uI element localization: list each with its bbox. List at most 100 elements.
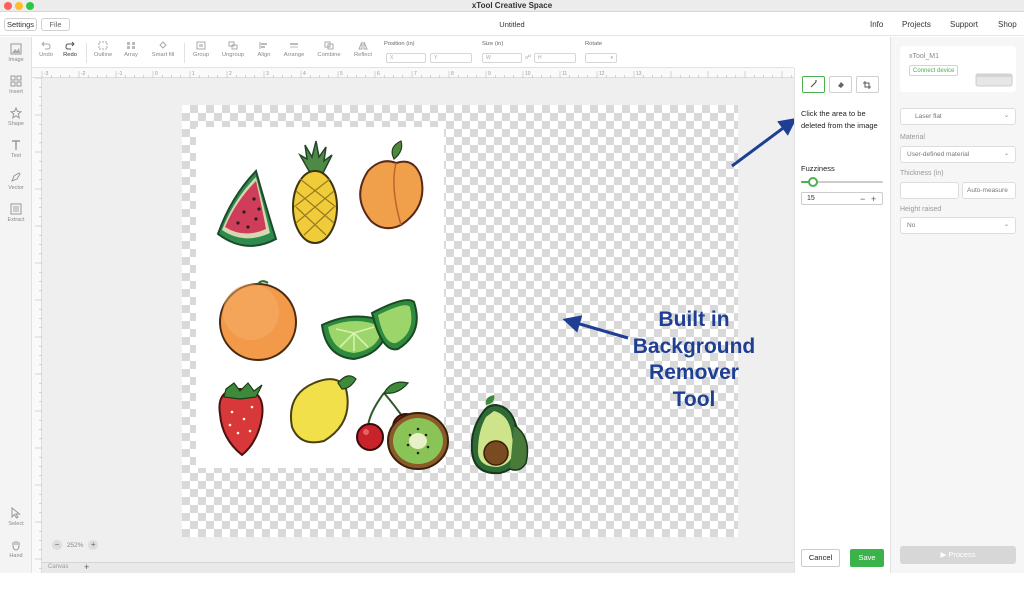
magic-wand-icon	[810, 80, 817, 88]
fuzziness-stepper[interactable]: 15 − +	[801, 192, 883, 205]
tool-vector[interactable]: Vector	[0, 171, 32, 191]
annotation-line: Background	[632, 334, 756, 358]
align-button[interactable]: Align	[254, 41, 274, 58]
processing-mode-value: Laser flat	[915, 113, 942, 120]
device-card[interactable]: xTool_M1 Connect device	[900, 46, 1016, 92]
nav-info[interactable]: Info	[870, 13, 883, 36]
tool-image[interactable]: Image	[0, 43, 32, 63]
insert-icon	[10, 75, 22, 87]
nav-shop[interactable]: Shop	[998, 13, 1017, 36]
slider-thumb[interactable]	[808, 177, 819, 187]
zoom-out-button[interactable]: −	[52, 540, 62, 551]
peach-icon	[359, 140, 424, 230]
size-w-input[interactable]: W	[482, 53, 522, 63]
pineapple-icon	[292, 140, 338, 244]
window-titlebar: xTool Creative Space	[0, 0, 1024, 12]
zoom-in-button[interactable]: +	[88, 540, 99, 551]
combine-button[interactable]: Combine	[314, 41, 344, 58]
smart-fill-button[interactable]: Smart fill	[148, 41, 178, 58]
app-title: xTool Creative Space	[471, 1, 553, 10]
crop-icon	[863, 81, 871, 89]
material-select[interactable]: User-defined material ⌄	[900, 146, 1016, 163]
lime-icon	[320, 299, 418, 361]
redo-button[interactable]: Redo	[60, 41, 80, 58]
tool-shape[interactable]: Shape	[0, 107, 32, 127]
image-icon	[10, 43, 22, 55]
annotation-line: Remover	[649, 361, 739, 384]
size-h-input[interactable]: H	[534, 53, 576, 63]
redo-icon	[65, 41, 75, 50]
tool-text-label: Text	[10, 153, 22, 159]
ungroup-button[interactable]: Ungroup	[218, 41, 248, 58]
device-name: xTool_M1	[909, 53, 939, 60]
tab-canvas[interactable]: Canvas	[48, 564, 68, 570]
ruler-label: 0	[155, 71, 158, 77]
chevron-down-icon: ⌄	[1003, 151, 1009, 157]
fuzziness-slider[interactable]	[801, 177, 883, 187]
ruler-label: -1	[118, 71, 123, 77]
tool-text[interactable]: Text	[0, 139, 32, 159]
fuzziness-value[interactable]: 15	[807, 193, 815, 205]
annotation-text: Built in Background Remover Tool	[624, 307, 764, 413]
tool-select[interactable]: Select	[0, 507, 32, 527]
ruler-label: 8	[451, 71, 454, 77]
cancel-button[interactable]: Cancel	[801, 549, 840, 567]
size-label: Size (in)	[482, 41, 504, 47]
group-button[interactable]: Group	[189, 41, 213, 58]
position-y-input[interactable]: Y	[430, 53, 472, 63]
array-button[interactable]: Array	[120, 41, 142, 58]
processing-mode-select[interactable]: Laser flat ⌄	[900, 108, 1016, 125]
decrement-button[interactable]: −	[860, 193, 865, 205]
crop-tool-button[interactable]	[856, 76, 879, 93]
auto-measure-button[interactable]: Auto-measure	[962, 182, 1016, 199]
position-label: Position (in)	[384, 41, 415, 47]
tool-hand[interactable]: Hand	[0, 539, 32, 559]
tool-extract[interactable]: Extract	[0, 203, 32, 223]
menubar: Settings File Untitled Info Projects Sup…	[0, 13, 1024, 36]
ruler-label: 5	[340, 71, 343, 77]
arrange-label: Arrange	[283, 52, 305, 58]
height-raised-value: No	[907, 222, 916, 229]
play-icon: ▶	[940, 550, 947, 559]
background-remover-panel: Click the area to be deleted from the im…	[794, 68, 890, 573]
ungroup-icon	[228, 41, 238, 50]
ruler-label: 1	[192, 71, 195, 77]
process-button[interactable]: ▶ Process	[900, 546, 1016, 564]
reflect-button[interactable]: Reflect	[349, 41, 377, 58]
arrange-button[interactable]: Arrange	[280, 41, 308, 58]
fuzziness-label: Fuzziness	[801, 164, 835, 173]
nav-projects[interactable]: Projects	[902, 13, 931, 36]
magic-wand-tool-button[interactable]	[802, 76, 825, 93]
eraser-tool-button[interactable]	[829, 76, 852, 93]
connect-device-button[interactable]: Connect device	[909, 65, 959, 76]
instruction-text: Click the area to be deleted from the im…	[801, 109, 878, 130]
position-x-input[interactable]: X	[386, 53, 426, 63]
nav-support[interactable]: Support	[950, 13, 978, 36]
undo-button[interactable]: Undo	[36, 41, 56, 58]
thickness-input[interactable]	[900, 182, 959, 199]
thickness-label: Thickness (in)	[900, 170, 944, 177]
outline-button[interactable]: Outline	[91, 41, 115, 58]
increment-button[interactable]: +	[871, 193, 876, 205]
chevron-down-icon: ▾	[610, 55, 613, 61]
ruler-label: 9	[488, 71, 491, 77]
text-icon	[12, 140, 20, 150]
tool-insert[interactable]: Insert	[0, 75, 32, 95]
lock-ratio-icon[interactable]: ☍	[525, 54, 531, 61]
combine-icon	[324, 41, 334, 50]
tool-hand-label: Hand	[9, 553, 23, 559]
outline-icon	[98, 41, 108, 50]
add-tab-button[interactable]: +	[84, 562, 89, 572]
group-label: Group	[192, 52, 210, 58]
rotate-label: Rotate	[585, 41, 603, 47]
toolbar-divider	[86, 43, 87, 63]
tool-image-label: Image	[8, 57, 24, 63]
undo-icon	[41, 41, 51, 50]
save-button[interactable]: Save	[850, 549, 884, 567]
combine-label: Combine	[317, 52, 341, 58]
ruler-label: 4	[303, 71, 306, 77]
rotate-input[interactable]: ▾	[585, 53, 617, 63]
array-icon	[127, 42, 135, 49]
hand-icon	[12, 541, 20, 551]
height-raised-select[interactable]: No ⌄	[900, 217, 1016, 234]
